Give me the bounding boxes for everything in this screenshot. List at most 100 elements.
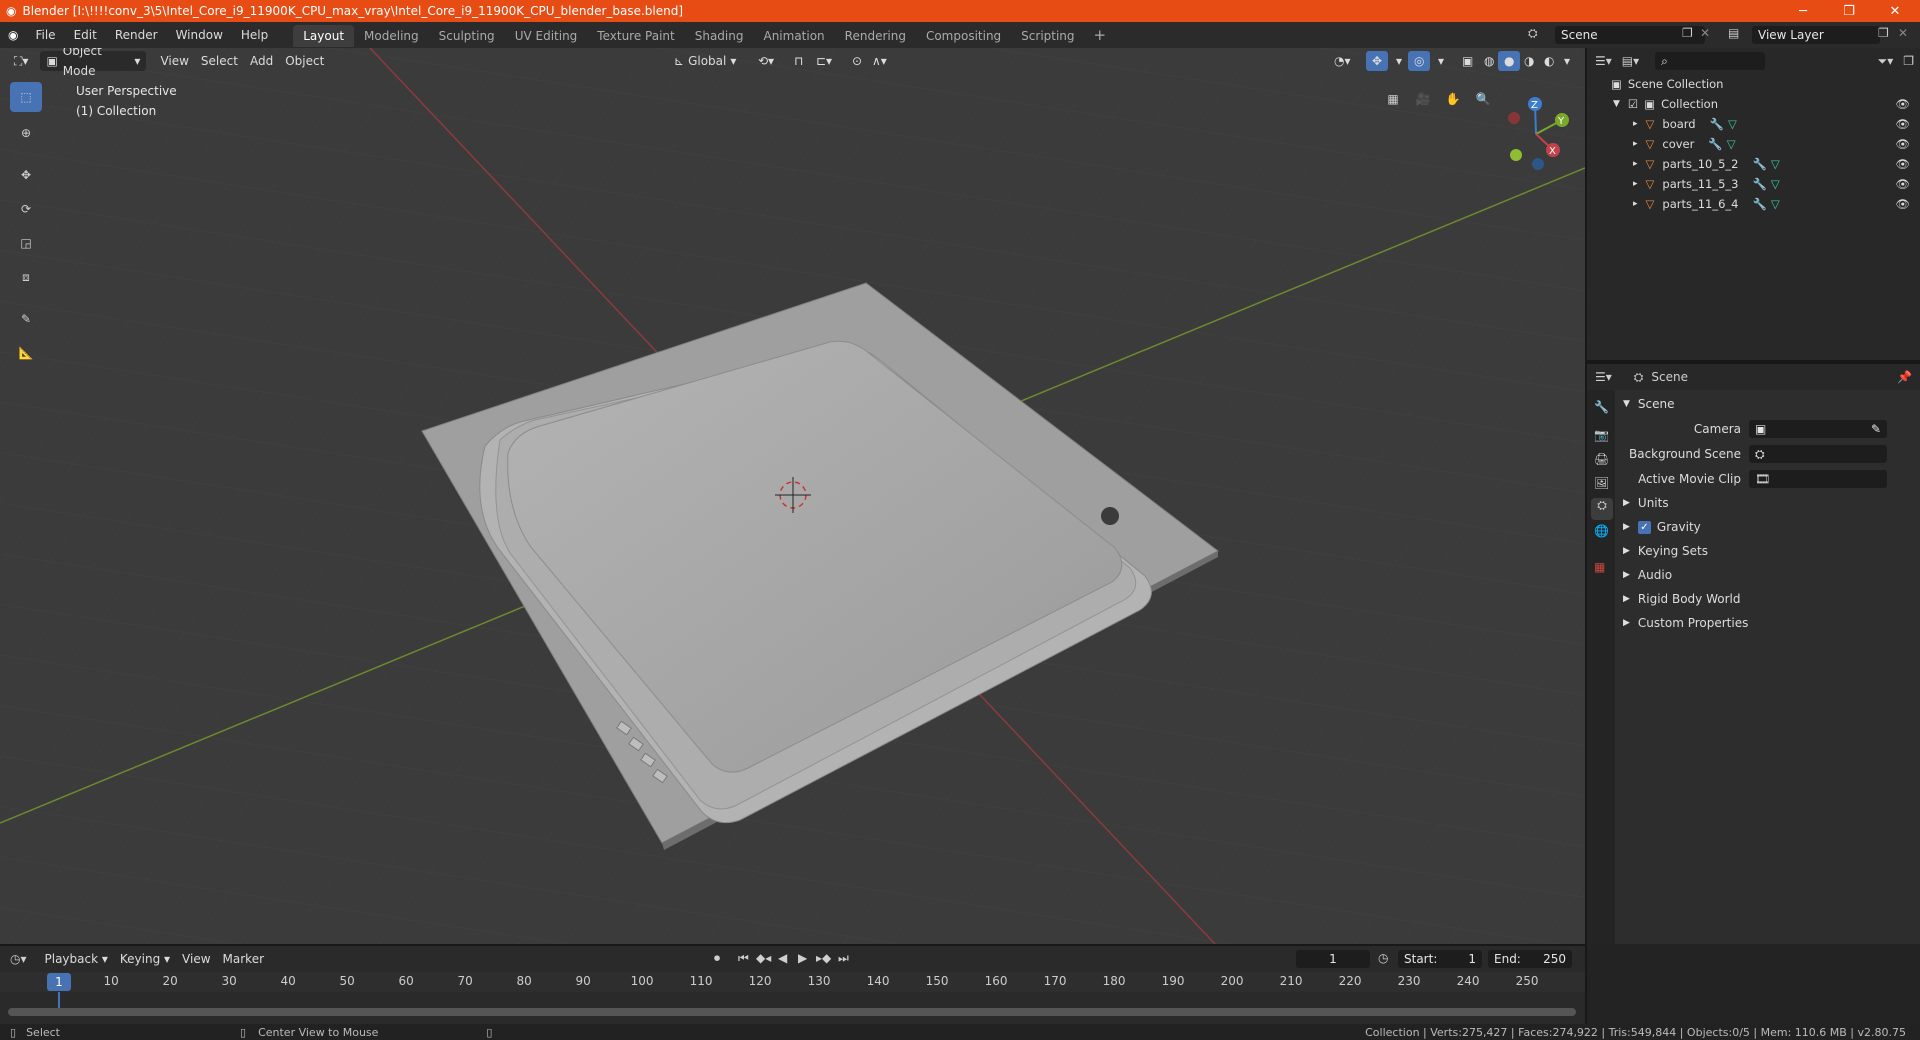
orientation-dropdown[interactable]: ⊾ Global ▾ xyxy=(668,51,742,71)
mesh-data-icon[interactable]: ▽ xyxy=(1728,117,1737,131)
outliner-search-input[interactable]: ⌕ xyxy=(1655,52,1766,70)
viewport-menu-object[interactable]: Object xyxy=(279,51,330,71)
outliner-object-cover[interactable]: ▸ ▽ cover 🔧 ▽ 👁 xyxy=(1587,134,1920,154)
tab-sculpting[interactable]: Sculpting xyxy=(429,25,505,47)
render-tab-icon[interactable]: 📷 xyxy=(1594,428,1609,442)
eyedropper-icon[interactable]: ✎ xyxy=(1871,420,1881,438)
outliner-object-parts-11-5-3[interactable]: ▸ ▽ parts_11_5_3 🔧 ▽ 👁 xyxy=(1587,174,1920,194)
jump-end-icon[interactable]: ⏭ xyxy=(838,951,849,966)
xray-icon[interactable]: ▣ xyxy=(1456,51,1479,71)
tab-uv-editing[interactable]: UV Editing xyxy=(505,25,588,47)
gravity-checkbox[interactable]: ✓ xyxy=(1637,520,1651,534)
outliner-object-board[interactable]: ▸ ▽ board 🔧 ▽ 👁 xyxy=(1587,114,1920,134)
next-keyframe-icon[interactable]: ▸◆ xyxy=(816,951,831,965)
timeline-menu-playback[interactable]: Playback ▾ xyxy=(39,949,114,969)
prev-keyframe-icon[interactable]: ◆◂ xyxy=(756,951,771,965)
outliner-scene-collection[interactable]: ▣ Scene Collection xyxy=(1587,74,1920,94)
filter-icon[interactable]: ⏷▾ xyxy=(1878,54,1894,69)
select-box-tool[interactable]: ⬚ xyxy=(10,82,42,112)
playhead[interactable]: 1 xyxy=(47,973,71,991)
overlays-toggle-icon[interactable]: ◎ xyxy=(1408,51,1431,71)
viewport-menu-add[interactable]: Add xyxy=(244,51,279,71)
audio-panel-header[interactable]: ▶ Audio xyxy=(1617,563,1917,587)
snap-icon[interactable]: ⊓ xyxy=(788,51,809,71)
outliner-editor-icon[interactable]: ☰▾ xyxy=(1595,54,1612,68)
mesh-data-icon[interactable]: ▽ xyxy=(1771,177,1780,191)
pin-icon[interactable]: 📌 xyxy=(1897,370,1912,384)
expand-arrow-icon[interactable]: ▸ xyxy=(1633,139,1638,149)
add-workspace-icon[interactable]: + xyxy=(1085,22,1116,48)
view-layer-icon[interactable]: ▤ xyxy=(1728,26,1739,40)
viewport-menu-view[interactable]: View xyxy=(154,51,194,71)
end-frame-field[interactable]: End: 250 xyxy=(1488,950,1572,968)
tab-layout[interactable]: Layout xyxy=(293,25,355,47)
view-layer-field[interactable]: View Layer xyxy=(1752,26,1880,44)
record-icon[interactable]: ⏺ xyxy=(714,951,720,966)
tab-rendering[interactable]: Rendering xyxy=(835,25,916,47)
custom-properties-panel-header[interactable]: ▶ Custom Properties xyxy=(1617,611,1917,635)
start-frame-field[interactable]: Start: 1 xyxy=(1398,950,1482,968)
preview-range-icon[interactable]: ◷ xyxy=(1378,951,1388,965)
modifier-icon[interactable]: 🔧 xyxy=(1752,197,1766,211)
timeline-menu-marker[interactable]: Marker xyxy=(217,949,270,969)
timeline-editor-icon[interactable]: ◷▾ xyxy=(10,952,27,966)
menu-render[interactable]: Render xyxy=(106,22,167,48)
modifier-icon[interactable]: 🔧 xyxy=(1710,117,1724,131)
visibility-icon[interactable]: ◔▾ xyxy=(1328,51,1357,71)
view-layer-tab-icon[interactable]: 🖼 xyxy=(1594,476,1609,490)
modifier-icon[interactable]: 🔧 xyxy=(1708,137,1722,151)
expand-arrow-icon[interactable]: ▸ xyxy=(1633,119,1638,129)
timeline-menu-keying[interactable]: Keying ▾ xyxy=(114,949,176,969)
falloff-icon[interactable]: ∧▾ xyxy=(866,51,893,71)
modifier-icon[interactable]: 🔧 xyxy=(1752,157,1766,171)
tab-compositing[interactable]: Compositing xyxy=(916,25,1011,47)
eye-icon[interactable]: 👁 xyxy=(1895,197,1910,211)
menu-help[interactable]: Help xyxy=(232,22,277,48)
pivot-point-icon[interactable]: ⟲▾ xyxy=(752,51,780,71)
mesh-data-icon[interactable]: ▽ xyxy=(1727,137,1736,151)
eye-icon[interactable]: 👁 xyxy=(1895,97,1910,111)
snap-target-icon[interactable]: ⊏▾ xyxy=(810,51,838,71)
timeline-menu-view[interactable]: View xyxy=(176,949,216,969)
tab-texture-paint[interactable]: Texture Paint xyxy=(587,25,684,47)
maximize-button[interactable]: ❐ xyxy=(1826,0,1872,22)
background-scene-field[interactable]: ⛭ xyxy=(1749,444,1887,463)
menu-window[interactable]: Window xyxy=(167,22,232,48)
menu-edit[interactable]: Edit xyxy=(65,22,106,48)
gizmo-toggle-icon[interactable]: ✥ xyxy=(1366,51,1389,71)
expand-arrow-icon[interactable]: ▸ xyxy=(1633,199,1638,209)
rigid-body-world-panel-header[interactable]: ▶ Rigid Body World xyxy=(1617,587,1917,611)
gizmo-neg-y-handle[interactable] xyxy=(1508,112,1520,124)
active-movie-clip-field[interactable]: 🎞 xyxy=(1749,469,1887,488)
modifier-icon[interactable]: 🔧 xyxy=(1752,177,1766,191)
outliner-collection[interactable]: ▼ ☑ ▣ Collection 👁 xyxy=(1587,94,1920,114)
eye-icon[interactable]: 👁 xyxy=(1895,117,1910,131)
close-button[interactable]: ✕ xyxy=(1872,0,1918,22)
blender-menu-icon[interactable]: ◉ xyxy=(0,28,26,42)
gizmo-neg-z-handle[interactable] xyxy=(1532,158,1544,170)
tab-shading[interactable]: Shading xyxy=(685,25,754,47)
tab-animation[interactable]: Animation xyxy=(753,25,834,47)
new-view-layer-icon[interactable]: ❐ xyxy=(1878,26,1889,40)
overlays-dropdown-icon[interactable]: ▾ xyxy=(1432,51,1450,71)
toggle-ortho-icon[interactable]: ▦ xyxy=(1380,86,1406,112)
expand-arrow-icon[interactable]: ▼ xyxy=(1613,99,1620,109)
gravity-panel-header[interactable]: ▶ ✓ Gravity xyxy=(1617,515,1917,539)
cursor-tool[interactable]: ⊕ xyxy=(10,118,42,148)
keying-sets-panel-header[interactable]: ▶ Keying Sets xyxy=(1617,539,1917,563)
new-scene-icon[interactable]: ❐ xyxy=(1682,26,1693,40)
tab-scripting[interactable]: Scripting xyxy=(1011,25,1084,47)
outliner-object-parts-10-5-2[interactable]: ▸ ▽ parts_10_5_2 🔧 ▽ 👁 xyxy=(1587,154,1920,174)
delete-scene-icon[interactable]: ✕ xyxy=(1700,26,1710,40)
3d-viewport[interactable]: ⛶▾ ▣ Object Mode ▾ View Select Add Objec… xyxy=(0,48,1585,944)
display-mode-icon[interactable]: ▤▾ xyxy=(1622,54,1639,68)
transform-tool[interactable]: ⧈ xyxy=(10,262,42,292)
play-reverse-icon[interactable]: ◀ xyxy=(778,951,787,965)
jump-start-icon[interactable]: ⏮ xyxy=(738,951,749,966)
properties-editor-icon[interactable]: ☰▾ xyxy=(1595,370,1612,384)
timeline-scrollbar[interactable] xyxy=(8,1008,1576,1016)
eye-icon[interactable]: 👁 xyxy=(1895,157,1910,171)
shading-dropdown-icon[interactable]: ▾ xyxy=(1558,51,1576,71)
pan-view-icon[interactable]: ✋ xyxy=(1440,86,1466,112)
current-frame-field[interactable]: 1 xyxy=(1296,950,1370,968)
